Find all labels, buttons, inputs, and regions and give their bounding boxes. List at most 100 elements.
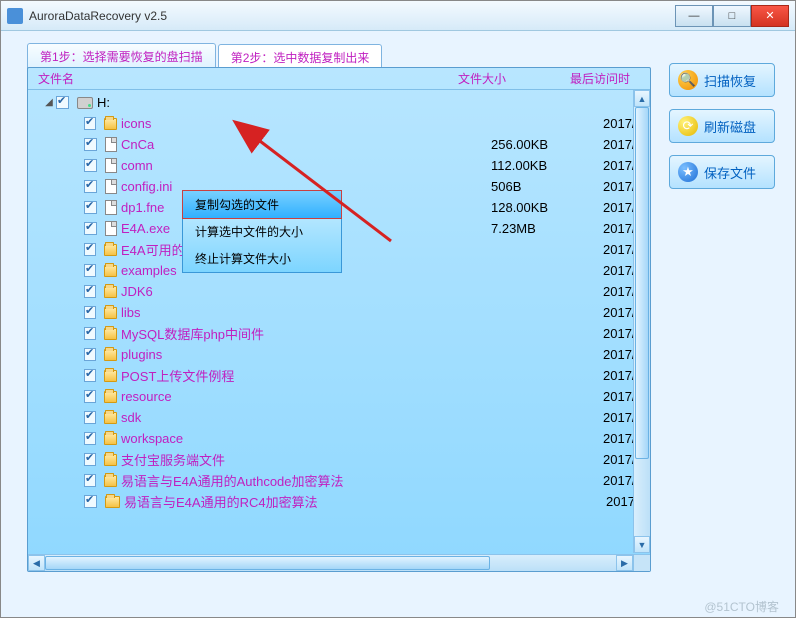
row-checkbox[interactable] (84, 243, 96, 256)
ctx-stop-calc[interactable]: 终止计算文件大小 (183, 245, 341, 272)
row-name: CnCa (121, 137, 491, 152)
window-controls: — □ ✕ (675, 5, 789, 27)
expand-icon[interactable]: ◢ (42, 97, 56, 108)
table-row[interactable]: sdk2017/12 (28, 407, 650, 428)
scroll-down-icon[interactable]: ▼ (634, 536, 650, 553)
row-checkbox[interactable] (84, 453, 96, 466)
row-name: sdk (121, 410, 491, 425)
col-name: 文件名 (38, 70, 458, 87)
refresh-disk-button[interactable]: ⟳ 刷新磁盘 (669, 109, 775, 143)
hscroll-track[interactable] (45, 555, 616, 571)
scroll-left-icon[interactable]: ◀ (28, 555, 45, 571)
row-name: plugins (121, 347, 491, 362)
file-tree[interactable]: ◢ H: icons2017/12CnCa256.00KB2017/12comn… (28, 90, 650, 550)
folder-icon (104, 391, 117, 403)
ctx-calc-size[interactable]: 计算选中文件的大小 (183, 218, 341, 245)
table-row[interactable]: 支付宝服务端文件2017/12 (28, 449, 650, 470)
row-checkbox[interactable] (84, 159, 97, 172)
row-name: MySQL数据库php中间件 (121, 324, 491, 343)
file-icon (105, 179, 118, 194)
table-row[interactable]: comn112.00KB2017/12 (28, 155, 650, 176)
vscroll-thumb[interactable] (635, 107, 649, 459)
row-checkbox[interactable] (84, 411, 96, 424)
drive-row[interactable]: ◢ H: (28, 92, 650, 113)
folder-icon (104, 475, 117, 487)
file-panel: 文件名 文件大小 最后访问时 ◢ H: icons2017/12CnCa256.… (27, 67, 651, 572)
folder-icon (104, 433, 117, 445)
horizontal-scrollbar[interactable]: ◀ ▶ (28, 554, 633, 571)
file-icon (105, 200, 118, 215)
table-row[interactable]: plugins2017/12 (28, 344, 650, 365)
col-date: 最后访问时 (570, 70, 650, 87)
window-title: AuroraDataRecovery v2.5 (29, 9, 675, 23)
row-checkbox[interactable] (84, 180, 97, 193)
side-buttons: 🔍 扫描恢复 ⟳ 刷新磁盘 ★ 保存文件 (669, 63, 775, 189)
folder-icon (104, 118, 117, 130)
drive-checkbox[interactable] (56, 96, 69, 109)
drive-label: H: (97, 95, 467, 110)
row-name: JDK6 (121, 284, 491, 299)
row-checkbox[interactable] (84, 495, 97, 508)
row-checkbox[interactable] (84, 138, 97, 151)
row-name: 易语言与E4A通用的Authcode加密算法 (121, 471, 491, 490)
table-row[interactable]: resource2017/12 (28, 386, 650, 407)
row-checkbox[interactable] (84, 474, 96, 487)
row-name: 易语言与E4A通用的RC4加密算法 (124, 492, 494, 511)
folder-icon (104, 328, 117, 340)
row-checkbox[interactable] (84, 327, 96, 340)
column-header[interactable]: 文件名 文件大小 最后访问时 (28, 68, 650, 90)
scroll-right-icon[interactable]: ▶ (616, 555, 633, 571)
folder-icon (104, 286, 117, 298)
table-row[interactable]: libs2017/12 (28, 302, 650, 323)
row-name: resource (121, 389, 491, 404)
folder-icon (105, 496, 120, 508)
table-row[interactable]: MySQL数据库php中间件2017/12 (28, 323, 650, 344)
row-checkbox[interactable] (84, 369, 96, 382)
watermark: @51CTO博客 (704, 598, 779, 615)
tab-step1[interactable]: 第1步：选择需要恢复的盘扫描 (27, 43, 216, 69)
hscroll-thumb[interactable] (45, 556, 490, 570)
row-checkbox[interactable] (84, 348, 96, 361)
file-icon (105, 158, 118, 173)
folder-icon (104, 349, 117, 361)
folder-icon (104, 265, 117, 277)
minimize-button[interactable]: — (675, 5, 713, 27)
row-checkbox[interactable] (84, 264, 96, 277)
folder-icon (104, 370, 117, 382)
table-row[interactable]: 易语言与E4A通用的Authcode加密算法2017/12 (28, 470, 650, 491)
ctx-copy-selected[interactable]: 复制勾选的文件 (182, 190, 342, 219)
drive-icon (77, 97, 93, 109)
folder-icon (104, 307, 117, 319)
row-checkbox[interactable] (84, 432, 96, 445)
table-row[interactable]: JDK62017/12 (28, 281, 650, 302)
row-name: workspace (121, 431, 491, 446)
table-row[interactable]: icons2017/12 (28, 113, 650, 134)
row-checkbox[interactable] (84, 285, 96, 298)
row-checkbox[interactable] (84, 117, 96, 130)
context-menu: 复制勾选的文件 计算选中文件的大小 终止计算文件大小 (182, 190, 342, 273)
table-row[interactable]: POST上传文件例程2017/12 (28, 365, 650, 386)
maximize-button[interactable]: □ (713, 5, 751, 27)
table-row[interactable]: 易语言与E4A通用的RC4加密算法2017/1 (28, 491, 650, 512)
app-window: AuroraDataRecovery v2.5 — □ ✕ 第1步：选择需要恢复… (0, 0, 796, 618)
row-checkbox[interactable] (84, 390, 96, 403)
magnifier-icon: 🔍 (678, 70, 698, 90)
row-name: POST上传文件例程 (121, 366, 491, 385)
folder-icon (104, 412, 117, 424)
close-button[interactable]: ✕ (751, 5, 789, 27)
row-size: 506B (491, 179, 603, 194)
row-checkbox[interactable] (84, 222, 97, 235)
row-checkbox[interactable] (84, 201, 97, 214)
row-size: 112.00KB (491, 158, 603, 173)
vscroll-track[interactable] (634, 107, 650, 536)
table-row[interactable]: CnCa256.00KB2017/12 (28, 134, 650, 155)
row-size: 256.00KB (491, 137, 603, 152)
scroll-up-icon[interactable]: ▲ (634, 90, 650, 107)
save-file-button[interactable]: ★ 保存文件 (669, 155, 775, 189)
row-size: 128.00KB (491, 200, 603, 215)
row-checkbox[interactable] (84, 306, 96, 319)
vertical-scrollbar[interactable]: ▲ ▼ (633, 90, 650, 553)
refresh-label: 刷新磁盘 (704, 117, 756, 136)
scan-recover-button[interactable]: 🔍 扫描恢复 (669, 63, 775, 97)
table-row[interactable]: workspace2017/12 (28, 428, 650, 449)
